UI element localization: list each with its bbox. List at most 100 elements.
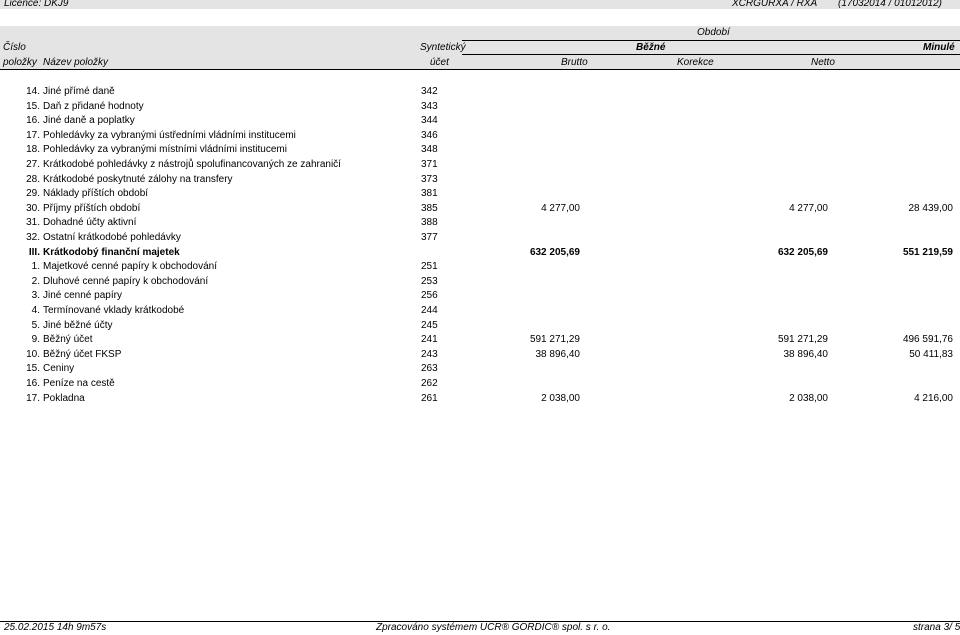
col-nazev: Název položky — [43, 57, 109, 68]
table-row: 9. Běžný účet 241 591 271,29 591 271,29 496 5… — [0, 334, 960, 348]
row-name: Jiné běžné účty — [43, 319, 113, 331]
row-brutto: 591 271,29 — [529, 334, 580, 346]
row-number: 15. — [26, 363, 40, 375]
row-minule: 496 591,76 — [902, 334, 953, 346]
footer-processed: Zpracováno systémem UCR® GORDIC® spol. s… — [376, 622, 611, 633]
table-row: 31. Dohadné účty aktivní 388 — [0, 217, 960, 231]
row-name: Běžný účet — [43, 334, 93, 346]
row-account: 388 — [421, 217, 438, 229]
row-name: Jiné daně a poplatky — [43, 115, 135, 127]
row-account: 373 — [421, 173, 438, 185]
row-account: 256 — [421, 290, 438, 302]
col-polozky: položky — [3, 57, 37, 68]
row-name: Dluhové cenné papíry k obchodování — [43, 275, 209, 287]
row-minule: 551 219,59 — [902, 246, 953, 258]
row-account: 377 — [421, 232, 438, 243]
row-name: Jiné cenné papíry — [43, 290, 122, 302]
table-row: 1. Majetkové cenné papíry k obchodování 25… — [0, 261, 960, 275]
table-row: 16. Jiné daně a poplatky 344 — [0, 115, 960, 129]
row-account: 371 — [421, 159, 438, 170]
row-name: Dohadné účty aktivní — [43, 217, 137, 229]
col-netto: Netto — [811, 57, 835, 68]
row-netto: 4 277,00 — [789, 202, 828, 214]
table-row: 30. Příjmy příštích období 385 4 277,00 4 27… — [0, 203, 960, 217]
row-brutto: 4 277,00 — [541, 202, 580, 214]
table-row: 32. Ostatní krátkodobé pohledávky 377 — [0, 232, 960, 246]
row-number: 32. — [26, 232, 40, 243]
row-name: Pokladna — [43, 392, 85, 404]
row-name: Peníze na cestě — [43, 378, 115, 389]
row-minule: 28 439,00 — [908, 202, 954, 214]
row-number: 16. — [26, 378, 40, 389]
row-name: Ceniny — [43, 363, 75, 375]
row-netto: 591 271,29 — [777, 334, 828, 346]
table-row: 4. Termínované vklady krátkodobé 244 — [0, 305, 960, 319]
row-number: 18. — [26, 144, 40, 156]
row-number: 17. — [26, 392, 40, 404]
row-account: 381 — [421, 188, 438, 200]
row-account: 244 — [421, 305, 438, 316]
row-name: Jiné přímé daně — [43, 86, 115, 97]
row-number: 1. — [31, 261, 40, 273]
row-number: 5. — [31, 319, 40, 331]
table-row: 2. Dluhové cenné papíry k obchodování 253 — [0, 276, 960, 290]
row-name: Pohledávky za vybranými ústředními vládn… — [43, 129, 296, 141]
header-divider-2 — [462, 54, 960, 55]
row-brutto: 2 038,00 — [541, 392, 580, 404]
row-number: III. — [28, 246, 40, 258]
table-row: 18. Pohledávky za vybranými místními vlád… — [0, 144, 960, 158]
row-number: 9. — [31, 334, 40, 346]
footer-page: strana 3/ 5 — [913, 622, 960, 633]
row-account: 261 — [421, 392, 438, 404]
row-number: 3. — [31, 290, 40, 302]
table-row: 15. Ceniny 263 — [0, 363, 960, 377]
table-row: 10. Běžný účet FKSP 243 38 896,40 38 896,40 5… — [0, 349, 960, 363]
row-account: 348 — [421, 144, 438, 156]
row-number: 14. — [26, 86, 40, 97]
row-account: 251 — [421, 261, 438, 273]
row-number: 29. — [26, 188, 40, 200]
row-account: 342 — [421, 86, 438, 97]
table-row: III. Krátkodobý finanční majetek 632 205,6… — [0, 247, 960, 261]
row-account: 263 — [421, 363, 438, 375]
row-name: Krátkodobé poskytnuté zálohy na transfer… — [43, 173, 233, 185]
row-number: 28. — [26, 173, 40, 185]
row-account: 253 — [421, 275, 438, 287]
table-row: 5. Jiné běžné účty 245 — [0, 320, 960, 334]
table-row: 16. Peníze na cestě 262 — [0, 378, 960, 392]
col-synteticky: Syntetický — [420, 42, 466, 53]
row-number: 16. — [26, 115, 40, 127]
row-number: 17. — [26, 129, 40, 141]
col-cislo: Číslo — [3, 42, 26, 53]
row-number: 30. — [26, 202, 40, 214]
col-obdobi: Období — [697, 27, 730, 38]
row-number: 31. — [26, 217, 40, 229]
row-name: Majetkové cenné papíry k obchodování — [43, 261, 217, 273]
licence-label: Licence: DKJ9 — [4, 0, 69, 9]
row-name: Běžný účet FKSP — [43, 348, 122, 360]
row-netto: 38 896,40 — [783, 348, 829, 360]
report-code: XCRGURXA / RXA — [732, 0, 818, 9]
row-account: 385 — [421, 202, 438, 214]
table-row: 17. Pohledávky za vybranými ústředními vl… — [0, 130, 960, 144]
table-row: 15. Daň z přidané hodnoty 343 — [0, 101, 960, 115]
row-name: Termínované vklady krátkodobé — [43, 305, 185, 316]
row-netto: 632 205,69 — [777, 246, 828, 258]
row-account: 343 — [421, 100, 438, 112]
table-row: 27. Krátkodobé pohledávky z nástrojů spol… — [0, 159, 960, 173]
table-row: 3. Jiné cenné papíry 256 — [0, 290, 960, 304]
row-name: Daň z přidané hodnoty — [43, 100, 144, 112]
table-row: 17. Pokladna 261 2 038,00 2 038,00 4 216,00 — [0, 393, 960, 407]
row-account: 262 — [421, 378, 438, 389]
row-number: 2. — [31, 275, 40, 287]
header-divider — [462, 40, 960, 41]
row-number: 15. — [26, 100, 40, 112]
row-account: 245 — [421, 319, 438, 331]
row-name: Krátkodobý finanční majetek — [43, 246, 180, 258]
col-brutto: Brutto — [561, 57, 588, 68]
row-number: 4. — [31, 305, 40, 316]
row-name: Pohledávky za vybranými místními vládním… — [43, 144, 287, 156]
table-row: 14. Jiné přímé daně 342 — [0, 86, 960, 100]
row-brutto: 38 896,40 — [535, 348, 581, 360]
row-account: 346 — [421, 129, 438, 141]
